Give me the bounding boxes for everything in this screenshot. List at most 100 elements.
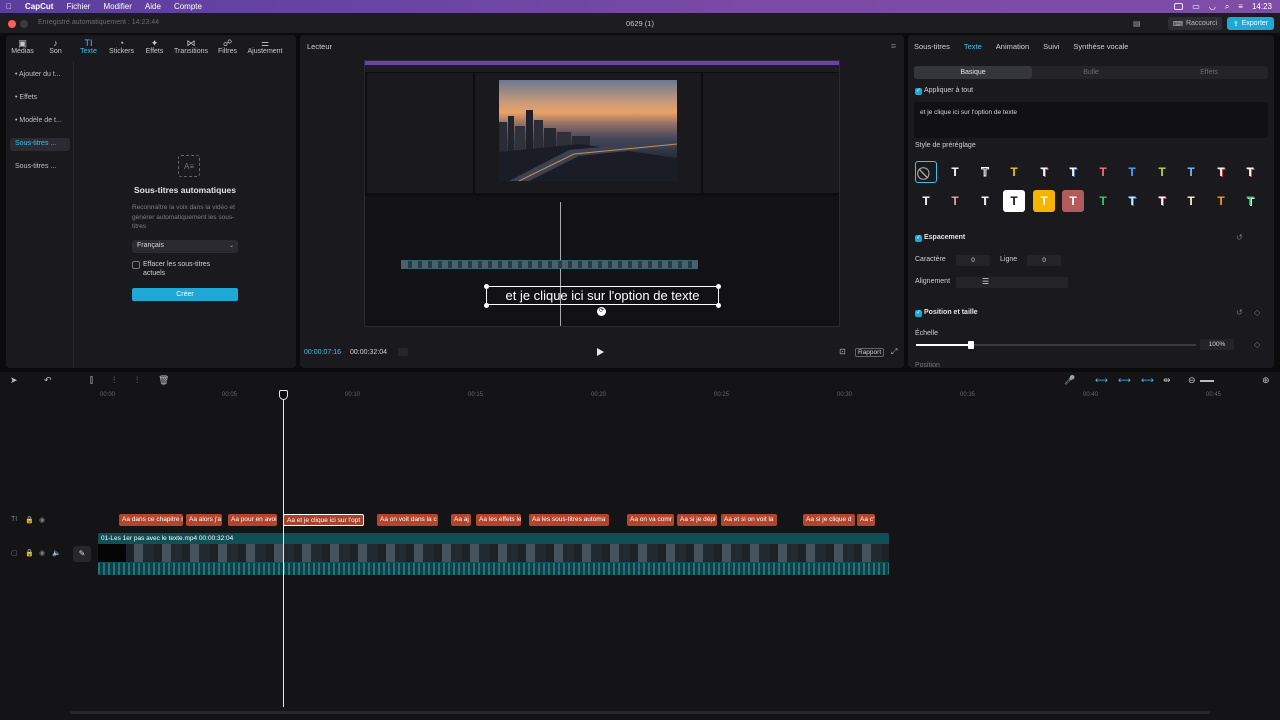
preset-style[interactable]: T xyxy=(1033,190,1055,212)
tab-texte[interactable]: TI Texte xyxy=(72,35,105,61)
subtitle-clip[interactable]: Aa c' xyxy=(857,514,875,526)
link-icon[interactable]: ⟷ xyxy=(1095,375,1108,386)
sidebar-item-auto-subtitles[interactable]: Sous-titres ... xyxy=(10,138,70,151)
subtitle-clip[interactable]: Aa si je clique d xyxy=(803,514,855,526)
visibility-icon[interactable]: ◉ xyxy=(39,549,45,557)
menu-aide[interactable]: Aide xyxy=(145,2,161,11)
playhead[interactable] xyxy=(283,393,284,707)
tab-sous-titres[interactable]: Sous-titres xyxy=(914,42,950,51)
tab-effets[interactable]: ✦ Effets xyxy=(138,35,171,61)
preset-style[interactable]: T xyxy=(1092,161,1114,183)
sidebar-item-subtitles[interactable]: Sous-titres ... xyxy=(10,161,70,174)
position-size-checkbox[interactable]: ✓ xyxy=(915,310,922,317)
split-icon[interactable]: ⫿ xyxy=(90,375,93,386)
lock-icon[interactable]: 🔒 xyxy=(25,549,34,557)
preset-style[interactable]: T xyxy=(1121,190,1143,212)
preset-style[interactable]: T xyxy=(1003,161,1025,183)
subtitle-clip[interactable]: Aa les sous-titres automa xyxy=(529,514,609,526)
resize-handle[interactable] xyxy=(716,284,721,289)
delete-icon[interactable]: 🗑 xyxy=(158,375,169,386)
resize-handle[interactable] xyxy=(484,284,489,289)
preset-style[interactable]: T xyxy=(974,161,996,183)
no-style-icon[interactable]: ⃠ xyxy=(915,161,937,183)
screen-record-icon[interactable] xyxy=(1174,3,1184,10)
subtab-effets[interactable]: Effets xyxy=(1150,66,1268,79)
preset-style[interactable]: T xyxy=(1239,190,1261,212)
preset-style[interactable]: T xyxy=(944,161,966,183)
erase-subtitles-checkbox[interactable] xyxy=(132,261,140,269)
video-clip[interactable]: 01-Les 1er pas avec le texte.mp4 00:00:3… xyxy=(98,533,889,575)
subtitle-clip[interactable]: Aa alors j'a xyxy=(186,514,222,526)
zoom-in-icon[interactable]: ⊕ xyxy=(1262,375,1270,386)
fullscreen-icon[interactable]: ⤢ xyxy=(891,347,897,357)
preset-style[interactable]: T xyxy=(1180,190,1202,212)
preset-style[interactable]: T xyxy=(1121,161,1143,183)
subtitle-clip-selected[interactable]: Aa et je clique ici sur l'opt xyxy=(283,514,364,526)
preset-style[interactable]: T xyxy=(1239,161,1261,183)
keyframe-icon[interactable]: ◇ xyxy=(1254,340,1260,349)
tab-medias[interactable]: ▣ Médias xyxy=(6,35,39,61)
char-spacing-input[interactable]: 0 xyxy=(956,255,990,266)
subtitle-clip[interactable]: Aa on voit dans la c xyxy=(377,514,438,526)
undo-icon[interactable]: ↶ xyxy=(44,375,52,386)
battery-icon[interactable]: ▭ xyxy=(1192,2,1200,11)
microphone-icon[interactable]: 🎤 xyxy=(1064,375,1075,386)
shortcut-button[interactable]: ⌨ Raccourci xyxy=(1168,17,1222,30)
sidebar-item-effects[interactable]: • Effets xyxy=(10,92,70,105)
sidebar-item-add-text[interactable]: • Ajouter du t... xyxy=(10,69,70,82)
preset-style[interactable]: T xyxy=(915,190,937,212)
apple-icon[interactable]:  xyxy=(6,2,12,11)
preset-style[interactable]: T xyxy=(1210,190,1232,212)
subtab-basique[interactable]: Basique xyxy=(914,66,1032,79)
create-button[interactable]: Créer xyxy=(132,288,238,301)
scale-input[interactable]: 100% xyxy=(1200,339,1234,350)
subtitle-overlay[interactable]: et je clique ici sur l'option de texte xyxy=(486,286,719,305)
preset-style[interactable]: T xyxy=(1210,161,1232,183)
preset-style[interactable]: T xyxy=(974,190,996,212)
line-spacing-input[interactable]: 0 xyxy=(1027,255,1061,266)
subtitle-clip[interactable]: Aa et si on voit la xyxy=(721,514,777,526)
clock[interactable]: 14:23 xyxy=(1252,2,1272,11)
visibility-icon[interactable]: ◉ xyxy=(39,516,45,524)
time-mode-icon[interactable] xyxy=(398,348,408,356)
apply-all-checkbox[interactable]: ✓ xyxy=(915,88,922,95)
app-menu[interactable]: CapCut xyxy=(25,2,53,11)
spacing-checkbox[interactable]: ✓ xyxy=(915,235,922,242)
preview-axis-icon[interactable]: ⇹ xyxy=(1163,375,1171,386)
reset-icon[interactable]: ↺ xyxy=(1236,233,1243,242)
resize-handle[interactable] xyxy=(484,303,489,308)
menu-compte[interactable]: Compte xyxy=(174,2,202,11)
resize-handle[interactable] xyxy=(716,303,721,308)
keyframe-icon[interactable]: ◇ xyxy=(1254,308,1260,317)
zoom-out-icon[interactable]: ⊖ xyxy=(1188,375,1196,386)
preset-style[interactable]: T xyxy=(1092,190,1114,212)
ratio-button[interactable]: Rapport xyxy=(855,348,885,357)
control-center-icon[interactable]: ≡ xyxy=(1238,2,1243,11)
playhead-handle[interactable] xyxy=(279,390,288,400)
crop-icon[interactable]: ⊡ xyxy=(839,347,846,356)
preset-style[interactable]: T xyxy=(1062,161,1084,183)
select-tool-icon[interactable]: ➤ xyxy=(10,375,18,386)
tab-texte-inspector[interactable]: Texte xyxy=(964,42,982,51)
preset-style[interactable]: T xyxy=(944,190,966,212)
subtitle-clip[interactable]: Aa si je dépl xyxy=(677,514,717,526)
lock-icon[interactable]: 🔒 xyxy=(25,516,34,524)
tab-filtres[interactable]: ☍ Filtres xyxy=(211,35,244,61)
menu-modifier[interactable]: Modifier xyxy=(103,2,131,11)
export-button[interactable]: ⇪ Exporter xyxy=(1227,17,1274,30)
timeline-scrollbar[interactable] xyxy=(70,711,1210,714)
tab-suivi[interactable]: Suivi xyxy=(1043,42,1059,51)
preset-style[interactable]: T xyxy=(1180,161,1202,183)
timeline-ruler[interactable]: 00:00 00:05 00:10 00:15 00:20 00:25 00:3… xyxy=(0,390,1280,402)
sidebar-item-templates[interactable]: • Modèle de t... xyxy=(10,115,70,128)
preset-style[interactable]: T xyxy=(1033,161,1055,183)
magnet-icon[interactable]: ⟷ xyxy=(1118,375,1131,386)
preset-style[interactable]: T xyxy=(1151,190,1173,212)
scale-slider-handle[interactable] xyxy=(968,341,974,349)
search-icon[interactable]: ⌕ xyxy=(1225,2,1229,12)
reset-icon[interactable]: ↺ xyxy=(1236,308,1243,317)
tab-son[interactable]: ♪ Son xyxy=(39,35,72,61)
subtitle-clip[interactable]: Aa aj xyxy=(451,514,471,526)
align-center-icon[interactable]: ☰ xyxy=(982,277,989,286)
tab-animation[interactable]: Animation xyxy=(996,42,1029,51)
